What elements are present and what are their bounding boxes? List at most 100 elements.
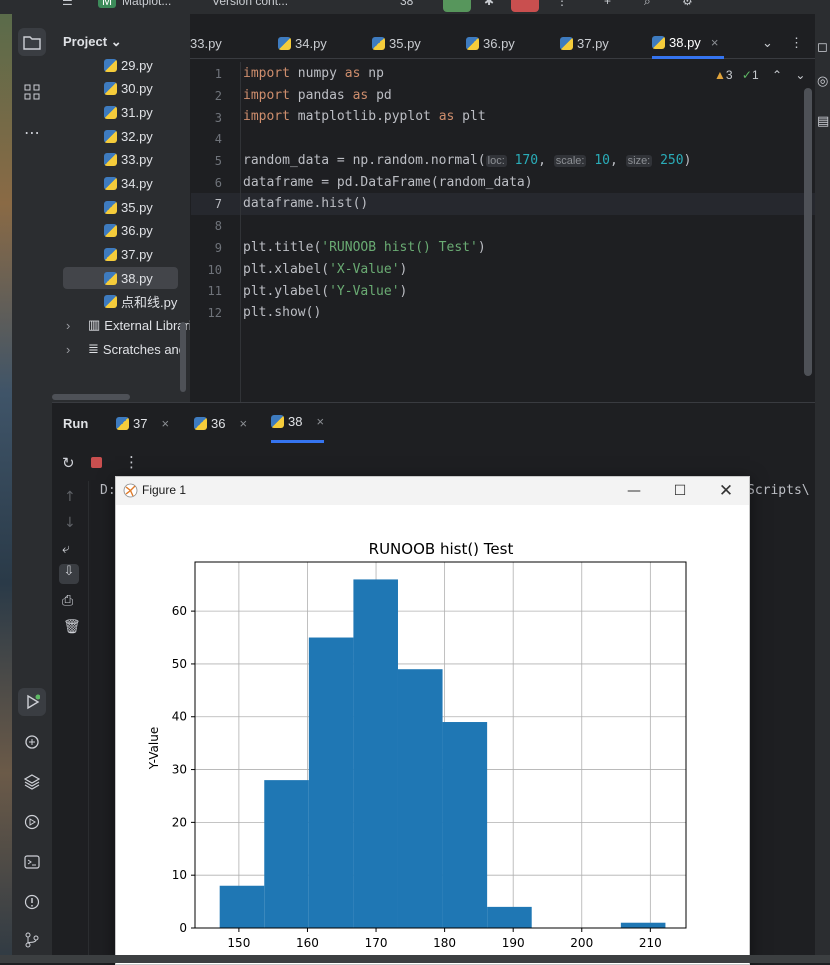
code-line-5[interactable]: random_data = np.random.normal(loc: 170,…: [243, 153, 691, 168]
y-tick-label: 0: [179, 921, 187, 935]
problems-icon[interactable]: [18, 888, 46, 916]
status-bar: [0, 955, 830, 963]
close-window-icon[interactable]: ✕: [714, 480, 738, 502]
code-line-2[interactable]: import pandas as pd: [243, 88, 392, 103]
tab-38-active[interactable]: 38.py ×: [652, 28, 725, 59]
structure-icon[interactable]: [18, 78, 46, 106]
run-more-icon[interactable]: ⋮: [124, 453, 139, 471]
terminal-icon[interactable]: [18, 848, 46, 876]
project-name-dropdown[interactable]: Matplot...: [122, 0, 171, 8]
vcs-dropdown[interactable]: Version cont...: [212, 0, 288, 8]
add-user-icon[interactable]: +: [604, 0, 611, 8]
prev-highlight-icon[interactable]: ⌃: [772, 68, 782, 82]
tabs-dropdown-icon[interactable]: ⌄: [762, 28, 773, 58]
code-line-9[interactable]: plt.title('RUNOOB hist() Test'): [243, 240, 486, 255]
file-item[interactable]: 37.py: [104, 243, 153, 265]
code-line-11[interactable]: plt.ylabel('Y-Value'): [243, 284, 407, 299]
main-menu-icon[interactable]: ☰: [62, 0, 73, 8]
scroll-down-icon[interactable]: ↓: [64, 515, 76, 531]
run-tab-38-active[interactable]: 38 ×: [271, 403, 325, 443]
trash-icon[interactable]: 🗑: [63, 619, 81, 635]
close-tab-icon[interactable]: ×: [711, 35, 719, 50]
scroll-to-end-icon[interactable]: ⇩: [59, 564, 79, 584]
minimize-icon[interactable]: —: [622, 480, 646, 502]
run-tab-37[interactable]: 37 ×: [116, 403, 169, 443]
python-packages-icon[interactable]: [18, 768, 46, 796]
run-tab-36[interactable]: 36 ×: [194, 403, 247, 443]
tab-36[interactable]: 36.py: [466, 28, 515, 58]
code-line-6[interactable]: dataframe = pd.DataFrame(random_data): [243, 175, 533, 190]
chevron-right-icon: ›: [66, 317, 71, 333]
chevron-right-icon: ›: [66, 341, 71, 357]
python-file-icon: [104, 129, 117, 143]
services-icon[interactable]: [18, 808, 46, 836]
histogram-bar: [487, 906, 532, 928]
settings-gear-icon[interactable]: ⚙: [682, 0, 693, 8]
x-tick-label: 190: [502, 936, 525, 950]
code-line-10[interactable]: plt.xlabel('X-Value'): [243, 262, 407, 277]
file-item[interactable]: 29.py: [104, 54, 153, 76]
tab-34[interactable]: 34.py: [278, 28, 327, 58]
file-item[interactable]: 点和线.py: [104, 290, 177, 312]
tab-33[interactable]: 33.py: [190, 28, 222, 58]
ai-assistant-icon[interactable]: ◎: [817, 74, 828, 89]
inspection-widget[interactable]: ▲3 ✓1 ⌃ ⌄: [714, 68, 805, 82]
external-libraries-item[interactable]: › ▥ External Librari: [66, 314, 190, 336]
file-item[interactable]: 35.py: [104, 196, 153, 218]
more-icon[interactable]: ⋮: [556, 0, 568, 8]
python-file-icon: [104, 223, 117, 237]
project-scrollbar[interactable]: [180, 322, 186, 392]
file-item[interactable]: 31.py: [104, 101, 153, 123]
project-hscrollbar[interactable]: [52, 394, 130, 400]
print-icon[interactable]: ⎙: [62, 593, 73, 609]
file-item[interactable]: 34.py: [104, 172, 153, 194]
close-tab-icon[interactable]: ×: [239, 416, 247, 431]
maximize-icon[interactable]: ☐: [668, 480, 692, 502]
notifications-icon[interactable]: ◻: [817, 40, 828, 55]
editor-scrollbar[interactable]: [804, 88, 812, 376]
tabs-more-icon[interactable]: ⋮: [790, 28, 803, 58]
scratches-item[interactable]: › ≣ Scratches and C: [66, 338, 190, 360]
histogram-bar: [442, 722, 488, 928]
stop-icon[interactable]: [511, 0, 539, 12]
file-item[interactable]: 36.py: [104, 219, 153, 241]
debug-icon[interactable]: ✱: [484, 0, 494, 8]
tab-35[interactable]: 35.py: [372, 28, 421, 58]
file-item[interactable]: 32.py: [104, 125, 153, 147]
python-file-icon: [194, 416, 207, 430]
soft-wrap-icon[interactable]: ⤶: [62, 541, 70, 557]
close-tab-icon[interactable]: ×: [161, 416, 169, 431]
python-console-icon[interactable]: [18, 728, 46, 756]
console-output-left: D:: [100, 483, 116, 498]
editor-tabs: 33.py 34.py 35.py 36.py 37.py 38.py × ⌄ ⋮: [190, 28, 815, 59]
file-item[interactable]: 33.py: [104, 148, 153, 170]
tab-37[interactable]: 37.py: [560, 28, 609, 58]
code-line-12[interactable]: plt.show(): [243, 305, 321, 320]
more-tools-icon[interactable]: ⋯: [18, 118, 46, 146]
code-line-3[interactable]: import matplotlib.pyplot as plt: [243, 109, 486, 124]
search-icon[interactable]: ⌕: [644, 0, 651, 9]
run-icon[interactable]: [443, 0, 471, 12]
histogram-chart: 150 160 170 180 190 200 210 0 10 20 30 40 50 60 RUNOO…: [147, 540, 687, 950]
project-folder-icon[interactable]: [18, 28, 46, 56]
run-tool-icon[interactable]: [18, 688, 46, 716]
line-number: 4: [214, 132, 222, 146]
git-branch-icon[interactable]: [18, 926, 46, 954]
rerun-icon[interactable]: ↻: [62, 454, 75, 472]
next-highlight-icon[interactable]: ⌄: [795, 68, 805, 82]
stop-process-icon[interactable]: [91, 457, 102, 468]
database-icon[interactable]: ▤: [817, 114, 829, 129]
chart-title: RUNOOB hist() Test: [369, 540, 514, 558]
x-tick-label: 210: [639, 936, 662, 950]
project-panel-title[interactable]: Project ⌄: [63, 34, 122, 50]
run-config-dropdown[interactable]: 38: [400, 0, 413, 8]
close-tab-icon[interactable]: ×: [316, 414, 324, 429]
file-item[interactable]: 30.py: [104, 77, 153, 99]
code-line-1[interactable]: import numpy as np: [243, 66, 384, 81]
scratches-icon: ≣: [88, 341, 99, 356]
file-item-selected[interactable]: 38.py: [63, 267, 178, 289]
scroll-up-icon[interactable]: ↑: [64, 489, 76, 505]
histogram-bar: [353, 579, 398, 928]
histogram-bar: [620, 922, 666, 928]
code-line-7[interactable]: dataframe.hist(): [243, 196, 368, 211]
